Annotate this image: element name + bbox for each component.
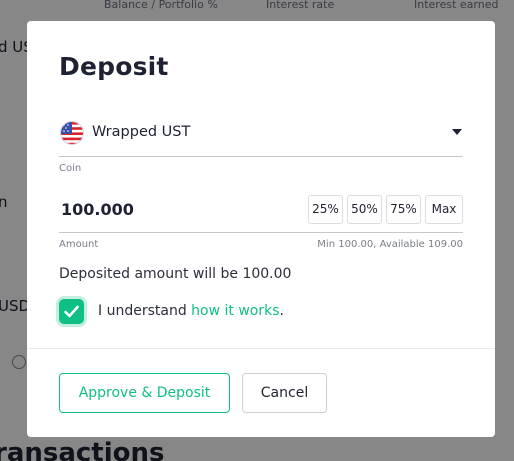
preset-25-button[interactable]: 25% [308,195,343,224]
amount-limits: Min 100.00, Available 109.00 [317,239,463,250]
understand-prefix: I understand [98,303,192,319]
deposit-amount-note: Deposited amount will be 100.00 [59,266,292,282]
amount-input[interactable] [61,197,291,221]
understand-suffix: . [279,303,284,319]
coin-label: Coin [59,163,82,174]
amount-label: Amount [59,239,99,250]
check-icon [64,305,79,318]
understand-checkbox[interactable] [59,299,84,324]
cancel-button[interactable]: Cancel [242,373,327,413]
understand-text: I understand how it works. [98,303,284,319]
preset-max-button[interactable]: Max [425,195,463,224]
modal-title: Deposit [59,52,169,81]
footer-divider [27,348,495,349]
preset-50-button[interactable]: 50% [347,195,382,224]
amount-field: 25% 50% 75% Max [59,193,463,233]
us-flag-icon [60,121,84,145]
coin-name: Wrapped UST [92,124,191,140]
deposit-modal: Deposit Wrapped UST Coin 25% 50% [27,21,495,437]
how-it-works-link[interactable]: how it works [191,303,279,319]
caret-down-icon [452,129,462,135]
approve-deposit-button[interactable]: Approve & Deposit [59,373,230,413]
preset-75-button[interactable]: 75% [386,195,421,224]
coin-select[interactable]: Wrapped UST [59,120,463,157]
